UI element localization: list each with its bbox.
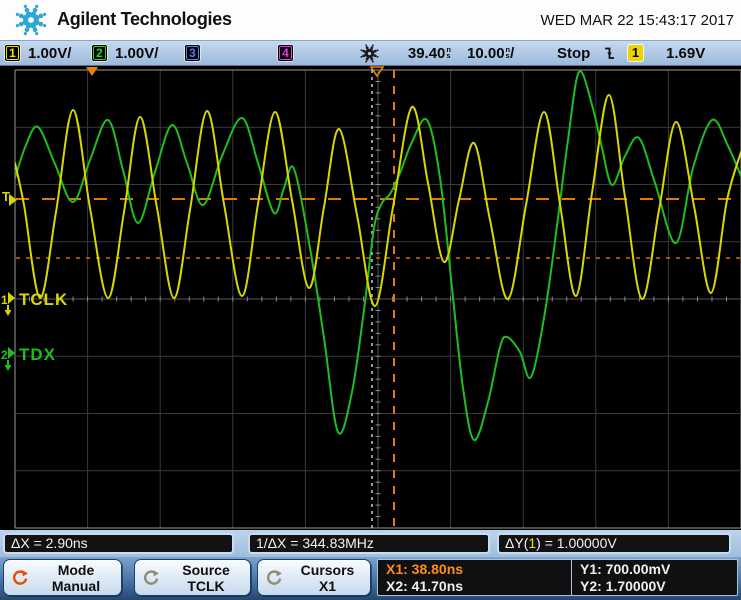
delay-reference-icon <box>369 66 385 78</box>
knob-icon <box>13 569 28 585</box>
channel-4-indicator[interactable]: 4 <box>277 44 294 62</box>
label-tclk: TCLK <box>19 290 68 309</box>
status-bar: 1 1.00V/ 2 1.00V/ 3 4 39.40 ns 10.00 ns … <box>0 40 741 66</box>
agilent-logo-icon <box>15 4 47 36</box>
cursor-y2-value: Y2: 1.70000V <box>580 578 666 594</box>
datetime: WED MAR 22 15:43:17 2017 <box>540 12 734 29</box>
trigger-level-label: T <box>2 189 10 204</box>
channel-4-number: 4 <box>282 46 289 60</box>
softkey-label: Cursors <box>300 561 355 578</box>
label-tdx: TDX <box>19 345 56 364</box>
trigger-time-markers <box>86 66 385 78</box>
knob-icon <box>144 569 159 585</box>
channel-2-scale: 1.00V/ <box>115 45 159 62</box>
softkey-value: TCLK <box>187 577 225 594</box>
timebase-readout: 10.00 ns / <box>467 45 515 62</box>
channel-1-indicator[interactable]: 1 <box>4 44 21 62</box>
delta-y-readout: ΔY(1) = 1.00000V <box>497 533 731 554</box>
softkey-value: X1 <box>318 577 337 594</box>
cursor-y1-value: Y1: 700.00mV <box>580 561 671 577</box>
cursor-readout-panel: X1: 38.80ns X2: 41.70ns Y1: 700.00mV Y2:… <box>377 559 738 596</box>
channel-2-number: 2 <box>96 46 103 60</box>
channel-3-indicator[interactable]: 3 <box>184 44 201 62</box>
softkey-label: Source <box>182 561 230 578</box>
trigger-source-indicator[interactable]: 1 <box>627 44 644 62</box>
delay-readout: 39.40 ns <box>407 45 451 62</box>
channel-2-indicator[interactable]: 2 <box>91 44 108 62</box>
trigger-level-arrow-icon <box>9 194 17 206</box>
run-state: Stop <box>557 45 591 62</box>
delay-unit: ns <box>446 45 451 60</box>
measurement-row: ΔX = 2.90ns 1/ΔX = 344.83MHz ΔY(1) = 1.0… <box>0 530 741 557</box>
softkey-source[interactable]: Source TCLK <box>134 559 251 596</box>
ch1-ground-marker[interactable]: 1 <box>1 292 15 316</box>
channel-1-number: 1 <box>9 46 16 60</box>
spark-icon <box>360 44 379 67</box>
delta-x-readout: ΔX = 2.90ns <box>3 533 234 554</box>
softkey-mode[interactable]: Mode Manual <box>3 559 122 596</box>
inverse-delta-x-readout: 1/ΔX = 344.83MHz <box>248 533 490 554</box>
svg-text:1: 1 <box>1 293 8 307</box>
channel-1-scale: 1.00V/ <box>28 45 72 62</box>
softkey-value: Manual <box>51 577 101 594</box>
softkey-label: Mode <box>57 561 95 578</box>
ch2-arrow-icon <box>8 347 15 359</box>
cursor-x1-value: X1: 38.80ns <box>386 561 464 577</box>
ch1-arrow-icon <box>8 292 15 304</box>
trigger-level: 1.69V <box>666 45 706 62</box>
softkey-cursors[interactable]: Cursors X1 <box>257 559 371 596</box>
svg-text:2: 2 <box>1 348 8 362</box>
header: Agilent Technologies WED MAR 22 15:43:17… <box>0 0 741 40</box>
scope-display: T 1 TCLK 2 TDX <box>0 66 741 530</box>
trigger-edge-icon <box>603 45 616 65</box>
ch2-ground-marker[interactable]: 2 <box>1 347 15 371</box>
knob-icon <box>267 569 282 585</box>
softkey-menu: Mode Manual Source TCLK Cursors X1 X1: 3… <box>0 557 741 600</box>
channel-3-number: 3 <box>189 46 196 60</box>
cursor-x2-value: X2: 41.70ns <box>386 578 464 594</box>
brand-title: Agilent Technologies <box>57 9 232 29</box>
